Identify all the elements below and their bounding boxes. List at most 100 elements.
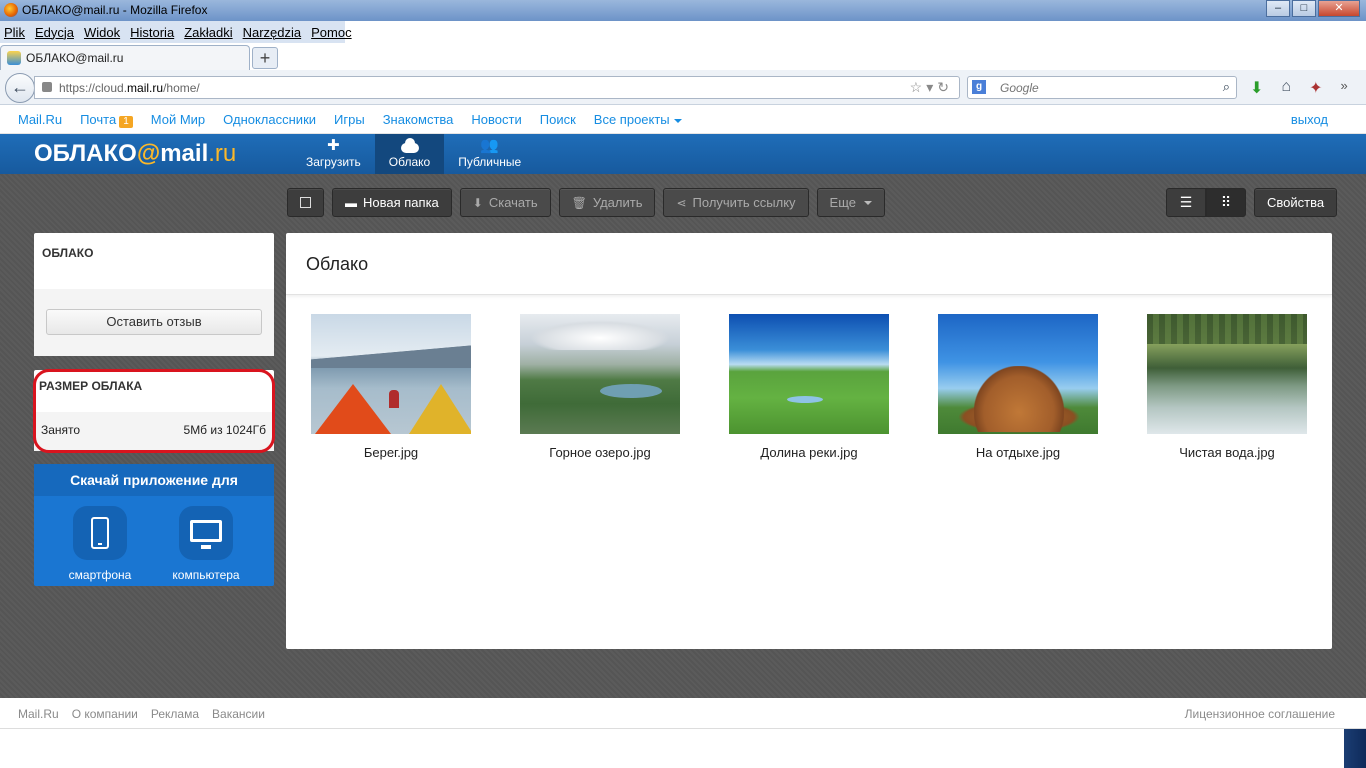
search-input[interactable]	[1000, 79, 1200, 96]
footer-link-ads[interactable]: Реклама	[151, 707, 199, 721]
plus-icon: ✚	[327, 137, 340, 154]
file-item[interactable]: Горное озеро.jpg	[520, 314, 680, 460]
get-link-button[interactable]: ⋖ Получить ссылку	[663, 188, 809, 217]
computer-app-link[interactable]: компьютера	[161, 506, 251, 582]
back-button[interactable]: ←	[5, 73, 35, 103]
new-folder-button[interactable]: ▬ Новая папка	[332, 188, 452, 217]
nav-public-label: Публичные	[458, 155, 522, 169]
folder-icon: ▬	[345, 195, 357, 210]
download-arrow-icon[interactable]: ⬇	[1250, 78, 1263, 98]
nav-cloud[interactable]: Облако	[374, 134, 445, 174]
dropdown-arrow-icon[interactable]: ▾	[926, 79, 937, 95]
menu-historia[interactable]: Historia	[130, 25, 174, 40]
tab-strip: ОБЛАКО@mail.ru +	[0, 43, 1366, 70]
portal-link-news[interactable]: Новости	[471, 112, 521, 128]
image-thumbnail[interactable]	[311, 314, 471, 434]
cloud-logo[interactable]: ОБЛАКО@mail.ru	[34, 140, 236, 168]
home-icon[interactable]: ⌂	[1281, 78, 1291, 98]
download-icon: ⬇	[472, 195, 483, 210]
checkbox-icon	[300, 197, 311, 208]
mail-count-badge: 1	[119, 116, 133, 128]
portal-link-games[interactable]: Игры	[334, 112, 365, 128]
portal-link-all-projects[interactable]: Все проекты	[594, 112, 682, 128]
image-thumbnail[interactable]	[938, 314, 1098, 434]
new-tab-button[interactable]: +	[252, 47, 278, 69]
delete-button[interactable]: 🗑 Удалить	[558, 188, 656, 217]
page-footer: Mail.Ru О компании Реклама Вакансии Лице…	[0, 698, 1366, 729]
footer-link-jobs[interactable]: Вакансии	[212, 707, 265, 721]
url-actions: ☆▾↻	[910, 79, 953, 96]
overflow-menu-icon[interactable]: »	[1340, 78, 1347, 98]
cloud-icon	[400, 137, 419, 153]
list-icon: ☰	[1179, 194, 1193, 210]
nav-public[interactable]: 👥 Публичные	[444, 134, 535, 174]
minimize-button[interactable]: –	[1266, 0, 1290, 17]
portal-link-mail[interactable]: Почта 1	[80, 112, 133, 128]
portal-link-odnoklassniki[interactable]: Одноклассники	[223, 112, 316, 128]
browser-tab[interactable]: ОБЛАКО@mail.ru	[0, 45, 250, 70]
portal-link-mailru[interactable]: Mail.Ru	[18, 112, 62, 128]
delete-label: Удалить	[592, 195, 643, 210]
file-browser: Облако Берег.jpg Горное озеро.jpg Долина…	[286, 233, 1332, 649]
page-title: Облако	[306, 254, 369, 274]
cloud-size-title: РАЗМЕР ОБЛАКА	[39, 379, 143, 393]
nav-toolbar-icons: ⬇ ⌂ ✦ »	[1250, 78, 1348, 98]
footer-link-about[interactable]: О компании	[72, 707, 138, 721]
extension-icon[interactable]: ✦	[1309, 78, 1322, 98]
properties-button[interactable]: Свойства	[1254, 188, 1338, 217]
menu-plik[interactable]: Plik	[4, 25, 25, 40]
menu-edycja[interactable]: Edycja	[35, 25, 74, 40]
taskbar-edge	[1344, 729, 1366, 768]
url-bar[interactable]: https://cloud.mail.ru/home/ ☆▾↻	[34, 76, 960, 99]
smartphone-app-link[interactable]: смартфона	[55, 506, 145, 582]
firefox-icon	[4, 3, 18, 17]
portal-link-myworld[interactable]: Мой Мир	[151, 112, 205, 128]
portal-links: Mail.Ru Почта 1 Мой Мир Одноклассники Игр…	[18, 112, 700, 128]
image-thumbnail[interactable]	[729, 314, 889, 434]
menu-narzedzia[interactable]: Narzędzia	[243, 25, 302, 40]
file-item[interactable]: На отдыхе.jpg	[938, 314, 1098, 460]
image-thumbnail[interactable]	[520, 314, 680, 434]
url-text[interactable]: https://cloud.mail.ru/home/	[59, 81, 200, 95]
image-thumbnail[interactable]	[1147, 314, 1307, 434]
used-value: 5Мб из 1024Гб	[183, 423, 266, 437]
used-label: Занято	[41, 423, 81, 437]
bookmark-star-icon[interactable]: ☆	[910, 79, 927, 95]
portal-link-dating[interactable]: Знакомства	[383, 112, 454, 128]
menubar: Plik Edycja Widok Historia Zakładki Narz…	[0, 21, 352, 43]
google-icon[interactable]: g	[972, 80, 986, 94]
select-all-checkbox[interactable]	[287, 188, 324, 217]
close-button[interactable]: ✕	[1318, 0, 1360, 17]
file-item[interactable]: Берег.jpg	[311, 314, 471, 460]
search-icon[interactable]: ⌕	[1223, 79, 1230, 95]
file-item[interactable]: Долина реки.jpg	[729, 314, 889, 460]
window-titlebar: ОБЛАКО@mail.ru - Mozilla Firefox – □ ✕	[0, 0, 1366, 21]
file-item[interactable]: Чистая вода.jpg	[1147, 314, 1307, 460]
list-view-button[interactable]: ☰	[1166, 188, 1206, 217]
search-bar[interactable]: g ⌕	[967, 76, 1237, 99]
more-button[interactable]: Еще	[816, 188, 885, 217]
feedback-button[interactable]: Оставить отзыв	[46, 309, 262, 335]
chevron-down-icon	[673, 118, 682, 123]
menu-widok[interactable]: Widok	[84, 25, 120, 40]
menu-pomoc[interactable]: Pomoc	[311, 25, 351, 40]
grid-view-button[interactable]: ⠿	[1206, 188, 1246, 217]
cloud-panel: ОБЛАКО Оставить отзыв	[34, 233, 274, 356]
menu-zakladki[interactable]: Zakładki	[184, 25, 232, 40]
logout-link[interactable]: выход	[1291, 112, 1328, 127]
view-toggle: ☰ ⠿	[1166, 188, 1246, 217]
file-name: Чистая вода.jpg	[1179, 445, 1275, 460]
license-link[interactable]: Лицензионное соглашение	[1185, 707, 1335, 721]
file-toolbar: ▬ Новая папка ⬇ Скачать 🗑 Удалить ⋖ Получить…	[287, 188, 885, 217]
download-button[interactable]: ⬇ Скачать	[459, 188, 551, 217]
footer-link-mailru[interactable]: Mail.Ru	[18, 707, 59, 721]
smartphone-tile	[73, 506, 127, 560]
window-title: ОБЛАКО@mail.ru - Mozilla Firefox	[22, 3, 208, 17]
file-name: На отдыхе.jpg	[975, 445, 1061, 460]
portal-link-search[interactable]: Поиск	[540, 112, 576, 128]
reload-icon[interactable]: ↻	[937, 79, 953, 95]
nav-upload[interactable]: ✚ Загрузить	[292, 134, 375, 174]
footer-links: Mail.Ru О компании Реклама Вакансии	[18, 707, 278, 721]
maximize-button[interactable]: □	[1292, 0, 1316, 17]
window-controls: – □ ✕	[1264, 0, 1360, 17]
